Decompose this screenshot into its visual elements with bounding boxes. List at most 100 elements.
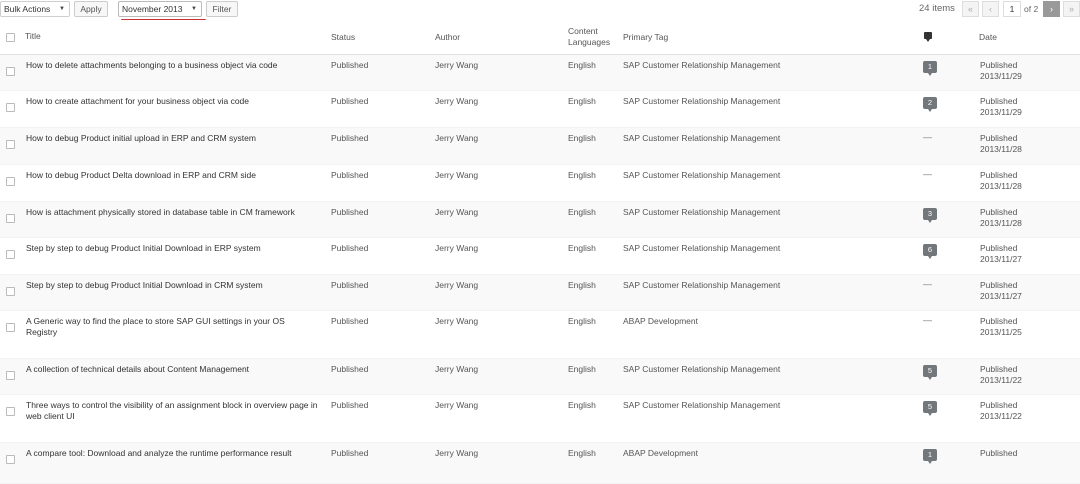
table-row: A compare tool: Download and analyze the… — [0, 443, 1080, 484]
post-primary-tag[interactable]: SAP Customer Relationship Management — [623, 243, 780, 254]
row-checkbox[interactable] — [6, 140, 15, 149]
post-author[interactable]: Jerry Wang — [435, 170, 478, 181]
post-primary-tag[interactable]: SAP Customer Relationship Management — [623, 207, 780, 218]
post-title-link[interactable]: Three ways to control the visibility of … — [26, 400, 318, 422]
row-checkbox[interactable] — [6, 371, 15, 380]
post-title-link[interactable]: How is attachment physically stored in d… — [26, 207, 318, 218]
post-date-status: Published — [980, 280, 1018, 290]
post-author[interactable]: Jerry Wang — [435, 280, 478, 291]
first-page-button[interactable]: « — [962, 1, 979, 17]
post-author[interactable]: Jerry Wang — [435, 316, 478, 327]
post-title-link[interactable]: How to debug Product Delta download in E… — [26, 170, 318, 181]
table-row: Three ways to control the visibility of … — [0, 395, 1080, 443]
last-page-button[interactable]: » — [1063, 1, 1080, 17]
post-primary-tag[interactable]: ABAP Development — [623, 316, 698, 327]
row-checkbox[interactable] — [6, 177, 15, 186]
post-title-link[interactable]: A collection of technical details about … — [26, 364, 318, 375]
post-title-link[interactable]: Step by step to debug Product Initial Do… — [26, 280, 318, 291]
comment-count-badge[interactable]: 5 — [923, 365, 937, 380]
post-language: English — [568, 364, 596, 374]
post-title-link[interactable]: How to create attachment for your busine… — [26, 96, 318, 107]
post-title-link[interactable]: A Generic way to find the place to store… — [26, 316, 318, 338]
row-checkbox[interactable] — [6, 323, 15, 332]
post-status: Published — [331, 448, 369, 458]
column-content-languages: Content Languages — [568, 26, 611, 47]
row-checkbox[interactable] — [6, 250, 15, 259]
comment-count-badge[interactable]: 2 — [923, 97, 937, 112]
bulk-actions-label: Bulk Actions — [4, 4, 51, 14]
column-date[interactable]: Date — [979, 32, 997, 43]
post-primary-tag[interactable]: SAP Customer Relationship Management — [623, 400, 780, 411]
post-language: English — [568, 133, 596, 143]
post-primary-tag[interactable]: SAP Customer Relationship Management — [623, 60, 780, 71]
date-filter-select[interactable]: November 2013 ▼ — [118, 1, 202, 17]
post-status: Published — [331, 170, 369, 180]
row-checkbox[interactable] — [6, 103, 15, 112]
post-title-link[interactable]: How to delete attachments belonging to a… — [26, 60, 318, 71]
post-primary-tag[interactable]: SAP Customer Relationship Management — [623, 96, 780, 107]
post-language: English — [568, 170, 596, 180]
post-primary-tag[interactable]: SAP Customer Relationship Management — [623, 364, 780, 375]
comment-count-badge[interactable]: 1 — [923, 61, 937, 76]
posts-table: Title Status Author Content Languages Pr… — [0, 20, 1080, 484]
post-date-status: Published — [980, 133, 1018, 143]
post-date-status: Published — [980, 170, 1018, 180]
comment-count-badge[interactable]: 1 — [923, 449, 937, 464]
next-page-button[interactable]: › — [1043, 1, 1060, 17]
post-author[interactable]: Jerry Wang — [435, 133, 478, 144]
post-language: English — [568, 96, 596, 106]
total-pages: of 2 — [1024, 4, 1039, 14]
date-filter-label: November 2013 — [122, 4, 183, 14]
post-title-link[interactable]: Step by step to debug Product Initial Do… — [26, 243, 318, 254]
post-language: English — [568, 207, 596, 217]
column-title[interactable]: Title — [25, 31, 41, 42]
post-primary-tag[interactable]: SAP Customer Relationship Management — [623, 133, 780, 144]
chevron-down-icon: ▼ — [191, 6, 197, 12]
row-checkbox[interactable] — [6, 455, 15, 464]
post-language: English — [568, 280, 596, 290]
post-title-link[interactable]: How to debug Product initial upload in E… — [26, 133, 318, 144]
post-author[interactable]: Jerry Wang — [435, 243, 478, 254]
post-author[interactable]: Jerry Wang — [435, 207, 478, 218]
post-status: Published — [331, 400, 369, 410]
post-date-status: Published — [980, 96, 1018, 106]
row-checkbox[interactable] — [6, 214, 15, 223]
post-author[interactable]: Jerry Wang — [435, 364, 478, 375]
row-checkbox[interactable] — [6, 287, 15, 296]
comment-count-badge[interactable]: 3 — [923, 208, 937, 223]
comment-count-badge[interactable]: 5 — [923, 401, 937, 416]
row-checkbox[interactable] — [6, 67, 15, 76]
post-date: 2013/11/22 — [980, 411, 1022, 421]
bulk-actions-select[interactable]: Bulk Actions ▼ — [0, 1, 70, 17]
post-author[interactable]: Jerry Wang — [435, 448, 478, 459]
table-row: Step by step to debug Product Initial Do… — [0, 238, 1080, 275]
comment-count-badge[interactable]: 6 — [923, 244, 937, 259]
post-primary-tag[interactable]: ABAP Development — [623, 448, 698, 459]
chevron-down-icon: ▼ — [59, 6, 65, 12]
post-author[interactable]: Jerry Wang — [435, 60, 478, 71]
column-author[interactable]: Author — [435, 32, 460, 43]
prev-page-button[interactable]: ‹ — [982, 1, 999, 17]
select-all-checkbox[interactable] — [6, 33, 15, 42]
post-author[interactable]: Jerry Wang — [435, 400, 478, 411]
post-primary-tag[interactable]: SAP Customer Relationship Management — [623, 170, 780, 181]
filter-button[interactable]: Filter — [206, 1, 238, 17]
table-body: How to delete attachments belonging to a… — [0, 55, 1080, 484]
post-date-status: Published — [980, 448, 1018, 458]
table-row: How to debug Product Delta download in E… — [0, 165, 1080, 202]
post-title-link[interactable]: A compare tool: Download and analyze the… — [26, 448, 318, 459]
comment-icon[interactable] — [924, 32, 932, 42]
table-row: How to debug Product initial upload in E… — [0, 128, 1080, 165]
post-status: Published — [331, 96, 369, 106]
post-date: 2013/11/28 — [980, 144, 1022, 154]
post-status: Published — [331, 60, 369, 70]
table-row: A Generic way to find the place to store… — [0, 311, 1080, 359]
post-date: 2013/11/29 — [980, 107, 1022, 117]
row-checkbox[interactable] — [6, 407, 15, 416]
post-author[interactable]: Jerry Wang — [435, 96, 478, 107]
post-language: English — [568, 448, 596, 458]
column-status[interactable]: Status — [331, 32, 355, 43]
apply-button[interactable]: Apply — [74, 1, 108, 17]
current-page-input[interactable]: 1 — [1003, 1, 1021, 17]
post-primary-tag[interactable]: SAP Customer Relationship Management — [623, 280, 780, 291]
